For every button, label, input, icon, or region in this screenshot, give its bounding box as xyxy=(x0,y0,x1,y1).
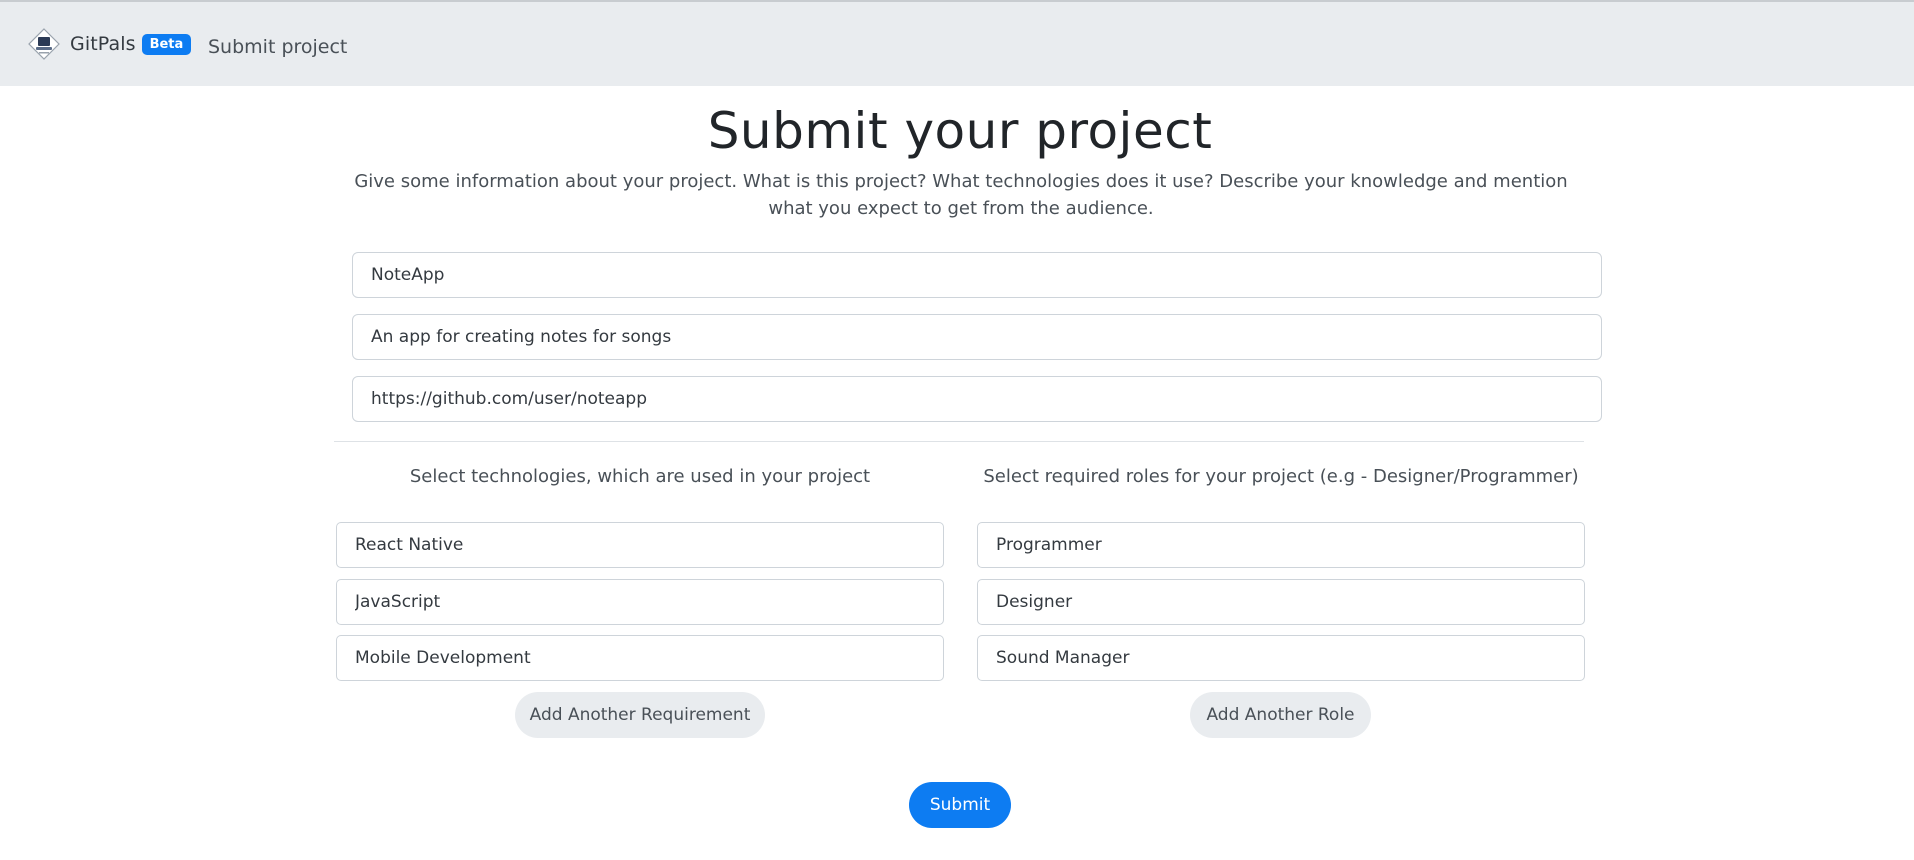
brand-name: GitPals xyxy=(70,33,136,55)
section-divider xyxy=(334,441,1584,442)
technologies-heading: Select technologies, which are used in y… xyxy=(409,466,871,487)
add-role-button[interactable]: Add Another Role xyxy=(1190,692,1371,738)
top-navbar: GitPals Beta Submit project xyxy=(0,0,1914,86)
add-requirement-button[interactable]: Add Another Requirement xyxy=(515,692,765,738)
intro-text: Give some information about your project… xyxy=(354,171,1568,219)
repo-url-input[interactable] xyxy=(352,376,1602,422)
technology-input-2[interactable] xyxy=(336,579,944,625)
role-input-2[interactable] xyxy=(977,579,1585,625)
technology-input-3[interactable] xyxy=(336,635,944,681)
nav-submit-project-link[interactable]: Submit project xyxy=(208,36,347,58)
project-description-input[interactable] xyxy=(352,314,1602,360)
page-title: Submit your project xyxy=(707,102,1213,160)
technology-input-1[interactable] xyxy=(336,522,944,568)
beta-badge: Beta xyxy=(141,33,192,55)
project-name-input[interactable] xyxy=(352,252,1602,298)
role-input-1[interactable] xyxy=(977,522,1585,568)
brand[interactable]: GitPals Beta xyxy=(28,28,192,60)
gitpals-logo-icon xyxy=(28,28,60,60)
role-input-3[interactable] xyxy=(977,635,1585,681)
submit-button[interactable]: Submit xyxy=(909,782,1011,828)
roles-heading: Select required roles for your project (… xyxy=(983,466,1579,487)
